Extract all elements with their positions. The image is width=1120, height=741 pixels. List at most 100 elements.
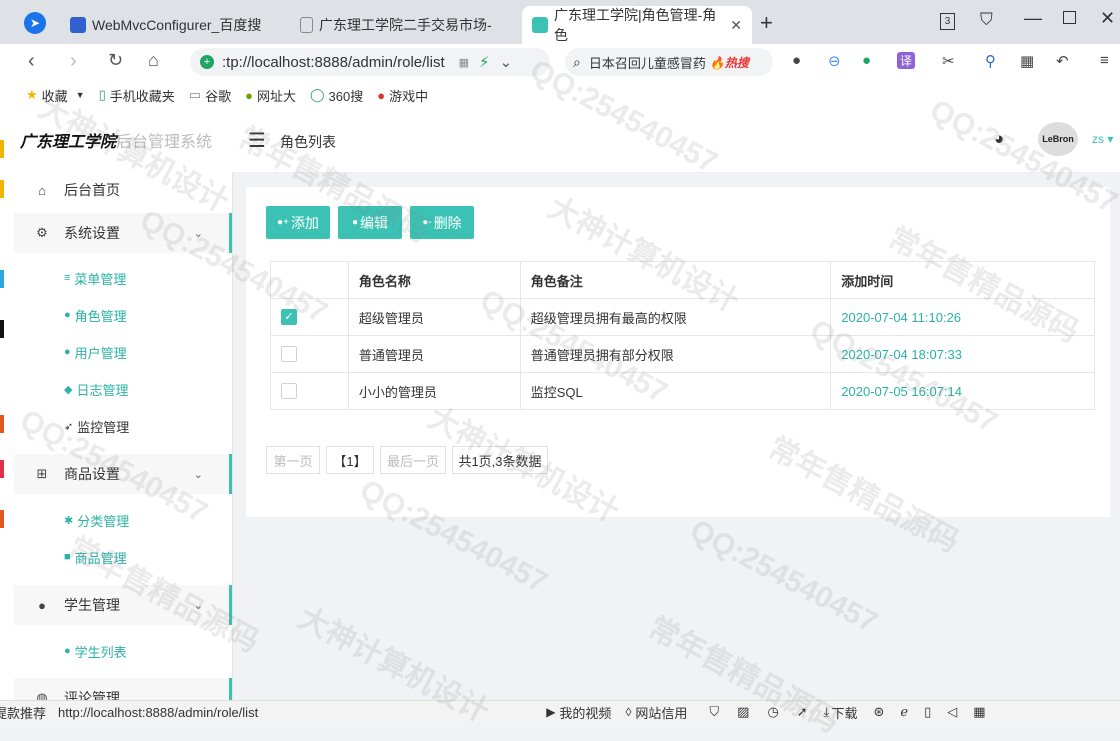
- avatar[interactable]: LeBron: [1038, 122, 1078, 156]
- shirt-icon[interactable]: ⛉: [980, 10, 993, 30]
- rocket-icon[interactable]: ➚: [797, 704, 808, 720]
- new-tab-icon[interactable]: +: [760, 10, 773, 36]
- app-icon[interactable]: [0, 460, 4, 478]
- image-icon[interactable]: ▨: [737, 704, 749, 720]
- menu-item-students[interactable]: ● 学生列表: [64, 636, 127, 666]
- game-controller-icon[interactable]: ●: [792, 52, 801, 69]
- bookmark-item[interactable]: ★ 收藏 ▼: [26, 86, 85, 105]
- search-box[interactable]: ⌕ 日本召回儿童感冒药 🔥热搜: [565, 48, 773, 76]
- download-icon[interactable]: ⤓: [824, 704, 830, 720]
- app-icon[interactable]: [0, 140, 4, 158]
- site-credit-link[interactable]: 网站信用: [635, 703, 687, 722]
- browser-tab[interactable]: 广东理工学院二手交易市场-: [290, 6, 516, 44]
- table-row[interactable]: ✓ 超级管理员 超级管理员拥有最高的权限 2020-07-04 11:10:26: [270, 298, 1095, 336]
- bookmark-item[interactable]: ◯ 360搜: [310, 86, 363, 105]
- grid-icon[interactable]: ▦: [973, 704, 985, 720]
- scissors-icon[interactable]: ✂: [942, 52, 955, 70]
- speaker-icon[interactable]: ◁: [947, 704, 957, 720]
- my-video-link[interactable]: 我的视频: [559, 703, 611, 722]
- home-icon[interactable]: ⌂: [148, 50, 159, 71]
- edit-button[interactable]: ● 编辑: [338, 206, 402, 239]
- app-icon[interactable]: [0, 180, 4, 198]
- app-logo: 广东理工学院后台管理系统: [20, 134, 213, 151]
- video-icon[interactable]: ▶: [546, 705, 555, 719]
- mobile-icon[interactable]: ▯: [924, 704, 931, 720]
- app-icon[interactable]: [0, 270, 4, 288]
- back-icon[interactable]: ‹: [28, 50, 35, 73]
- role-name: 小小的管理员: [347, 372, 521, 410]
- add-button[interactable]: ●+ 添加: [266, 206, 330, 239]
- bookmark-item[interactable]: ● 游戏中: [377, 86, 428, 105]
- game-controller-icon[interactable]: ⊛: [873, 704, 884, 720]
- bookmark-item[interactable]: ● 网址大: [245, 86, 296, 105]
- menu-item-monitor[interactable]: ➶ 监控管理: [64, 411, 129, 441]
- reload-icon[interactable]: ↻: [108, 50, 123, 71]
- users-icon: ●: [64, 346, 71, 358]
- chevron-down-icon: ⌄: [193, 599, 203, 612]
- ie-icon[interactable]: ℯ: [900, 704, 908, 720]
- download-link[interactable]: 下载: [831, 703, 857, 722]
- shield-icon[interactable]: ⛉: [709, 704, 719, 720]
- app-icon[interactable]: [0, 415, 4, 433]
- row-checkbox-checked[interactable]: ✓: [281, 309, 297, 326]
- zoom-icon[interactable]: ⚲: [985, 52, 996, 70]
- bookmark-item[interactable]: ▯ 手机收藏夹: [99, 86, 175, 105]
- hamburger-icon[interactable]: ☰: [248, 128, 266, 153]
- tab-count-badge[interactable]: 3: [940, 13, 955, 30]
- window-minimize-icon[interactable]: —: [1024, 8, 1042, 29]
- clock-icon[interactable]: ◷: [767, 704, 778, 720]
- menu-comment-management[interactable]: ◍ 评论管理: [14, 678, 232, 700]
- menu-item-categories[interactable]: ✱ 分类管理: [64, 505, 129, 535]
- browser-tab-active[interactable]: 广东理工学院|角色管理-角色 ✕: [522, 6, 752, 44]
- address-bar[interactable]: + :tp://localhost:8888/admin/role/list ▦…: [190, 48, 550, 76]
- menu-item-users[interactable]: ● 用户管理: [64, 337, 127, 367]
- role-name: 超级管理员: [347, 298, 521, 336]
- role-remark: 普通管理员拥有部分权限: [519, 335, 832, 373]
- pagination-last[interactable]: 最后一页: [380, 446, 446, 474]
- browser-tab[interactable]: WebMvcConfigurer_百度搜: [60, 6, 280, 44]
- window-close-icon[interactable]: ✕: [1100, 8, 1115, 29]
- app-icon[interactable]: [0, 510, 4, 528]
- qr-icon[interactable]: ▦: [459, 56, 469, 69]
- lightning-icon[interactable]: ⚡: [479, 53, 490, 71]
- table-header-row: 角色名称 角色备注 添加时间: [270, 261, 1095, 299]
- menu-student-management[interactable]: ● 学生管理 ⌄: [14, 585, 232, 625]
- delete-button[interactable]: ●- 删除: [410, 206, 474, 239]
- theme-palette-icon[interactable]: ◕: [994, 129, 1004, 149]
- drop-icon[interactable]: ◊: [625, 705, 631, 719]
- select-all-cell[interactable]: [270, 261, 349, 299]
- menu-goods-settings[interactable]: ⊞ 商品设置 ⌄: [14, 454, 232, 494]
- undo-icon[interactable]: ↶: [1056, 52, 1069, 70]
- menu-item-roles[interactable]: ● 角色管理: [64, 300, 127, 330]
- menu-system-settings[interactable]: ⚙ 系统设置 ⌄: [14, 213, 232, 253]
- user-menu[interactable]: zs ▾: [1092, 132, 1113, 146]
- menu-item-menus[interactable]: ≡ 菜单管理: [64, 263, 126, 293]
- pagination-current[interactable]: 【1】: [326, 446, 374, 474]
- chevron-down-icon[interactable]: ⌄: [500, 53, 513, 71]
- window-maximize-icon[interactable]: [1063, 11, 1076, 24]
- menu-icon[interactable]: ≡: [1100, 52, 1109, 69]
- menu-item-goods[interactable]: ■ 商品管理: [64, 542, 127, 572]
- forward-icon[interactable]: ›: [70, 50, 77, 73]
- app-icon[interactable]: [0, 320, 4, 338]
- browser-logo-icon[interactable]: ➤: [24, 12, 46, 34]
- table-row[interactable]: 普通管理员 普通管理员拥有部分权限 2020-07-04 18:07:33: [270, 335, 1095, 373]
- translate-icon[interactable]: 译: [897, 52, 916, 69]
- bookmark-item[interactable]: ▭ 谷歌: [189, 86, 231, 105]
- menu-item-logs[interactable]: ◆ 日志管理: [64, 374, 128, 404]
- gear-icon: ⚙: [36, 225, 48, 240]
- menu-home[interactable]: ⌂ 后台首页: [14, 170, 232, 210]
- row-checkbox[interactable]: [281, 383, 297, 400]
- main-header: ☰ 角色列表 ◕ LeBron zs ▾: [232, 110, 1120, 173]
- pagination-first[interactable]: 第一页: [266, 446, 320, 474]
- grid-icon[interactable]: ▦: [1020, 52, 1034, 70]
- table-row[interactable]: 小小的管理员 监控SQL 2020-07-05 16:07:14: [270, 372, 1095, 410]
- minus-circle-icon[interactable]: ⊖: [828, 52, 841, 70]
- tab-title: 广东理工学院二手交易市场-: [319, 17, 492, 33]
- role-remark: 超级管理员拥有最高的权限: [519, 298, 832, 336]
- site-icon: [532, 17, 548, 33]
- globe-icon: ●: [245, 87, 253, 103]
- close-tab-icon[interactable]: ✕: [730, 17, 742, 34]
- wechat-icon[interactable]: ●: [862, 52, 871, 69]
- row-checkbox[interactable]: [281, 346, 297, 363]
